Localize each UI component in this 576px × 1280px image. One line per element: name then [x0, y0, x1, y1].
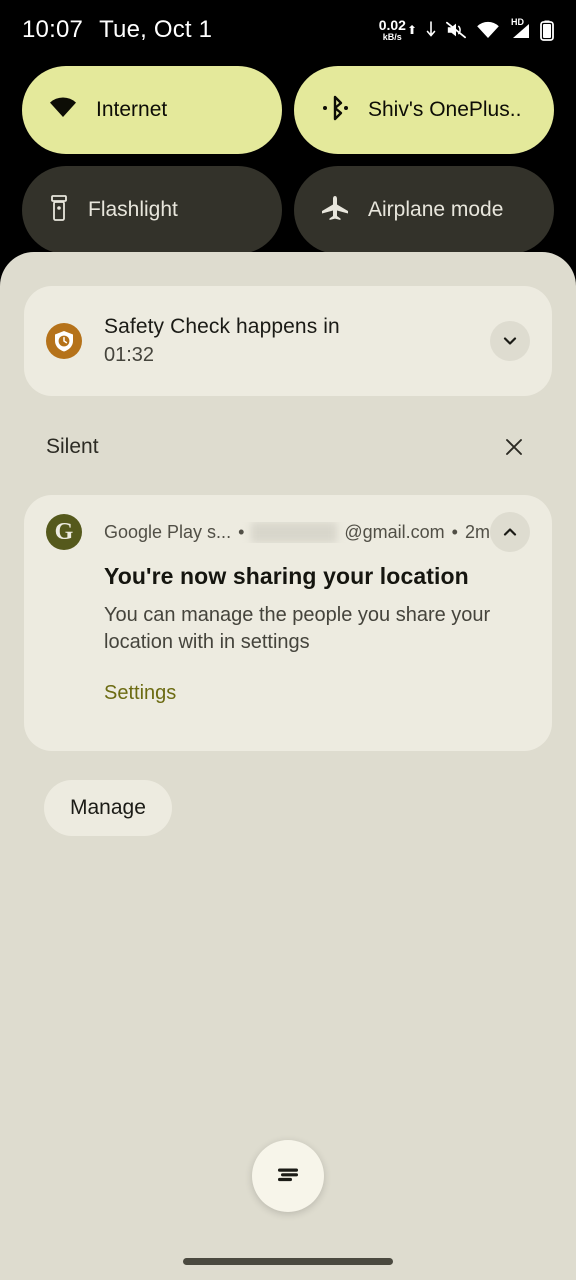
- safety-check-text-group: Safety Check happens in 01:32: [104, 315, 490, 367]
- home-gesture-bar[interactable]: [183, 1258, 393, 1265]
- status-bar-clock: 10:07: [22, 16, 84, 43]
- android-notification-shade: 10:07 Tue, Oct 1 0.02 kB/s ⬆ HD Internet…: [0, 0, 576, 1280]
- notification-app-name: Google Play s...: [104, 521, 232, 542]
- airplane-icon: [320, 194, 350, 227]
- bluetooth-icon: [320, 94, 350, 127]
- notification-meta: Google Play s... • @gmail.com • 2m: [104, 521, 490, 543]
- chevron-down-icon[interactable]: [490, 321, 530, 361]
- notification-title: You're now sharing your location: [104, 563, 469, 589]
- meta-separator-2: •: [451, 521, 458, 542]
- notification-body: You're now sharing your location You can…: [104, 563, 530, 705]
- clear-all-notifications-icon: [273, 1162, 303, 1191]
- network-speed-indicator: 0.02 kB/s ⬆: [379, 18, 417, 42]
- qs-tile-airplane-mode-label: Airplane mode: [368, 198, 504, 221]
- redacted-account-name: [251, 521, 338, 543]
- flashlight-icon: [48, 194, 70, 227]
- hd-signal-icon: HD: [509, 17, 531, 40]
- meta-separator-1: •: [238, 521, 245, 542]
- qs-tile-flashlight-label: Flashlight: [88, 198, 178, 221]
- wifi-icon: [48, 96, 78, 125]
- network-speed-value-group: 0.02 kB/s: [379, 18, 406, 42]
- wifi-icon: [476, 21, 500, 40]
- qs-tile-bluetooth-label: Shiv's OnePlus..: [368, 98, 522, 121]
- qs-tile-internet[interactable]: Internet: [22, 66, 282, 154]
- clear-all-notifications-button[interactable]: [252, 1140, 324, 1212]
- close-icon[interactable]: [498, 431, 530, 463]
- notification-timestamp: 2m: [464, 521, 490, 542]
- status-bar: 10:07 Tue, Oct 1 0.02 kB/s ⬆ HD: [0, 0, 576, 60]
- silent-section-label: Silent: [46, 435, 99, 458]
- status-bar-left: 10:07 Tue, Oct 1: [22, 16, 212, 44]
- notification-google-play-services[interactable]: G Google Play s... • @gmail.com • 2m You…: [24, 495, 552, 751]
- chevron-up-icon[interactable]: [490, 512, 530, 552]
- google-play-services-icon: G: [46, 514, 82, 550]
- hd-label: HD: [511, 16, 524, 27]
- qs-tile-internet-label: Internet: [96, 98, 168, 121]
- safety-check-title: Safety Check happens in: [104, 315, 340, 338]
- notification-shade-panel: Safety Check happens in 01:32 Silent G G…: [0, 252, 576, 1280]
- notification-text: You can manage the people you share your…: [104, 604, 491, 653]
- upload-arrow-icon: ⬆: [406, 22, 417, 37]
- safety-check-countdown: 01:32: [104, 344, 155, 366]
- qs-tile-airplane-mode[interactable]: Airplane mode: [294, 166, 554, 254]
- manage-button-label: Manage: [70, 796, 146, 819]
- quick-settings-grid: Internet Shiv's OnePlus.. Flashlight Air…: [22, 66, 554, 254]
- download-arrow-icon: [426, 21, 436, 39]
- silent-section-header: Silent: [24, 427, 552, 467]
- network-speed-arrows: ⬆: [406, 22, 417, 37]
- qs-tile-bluetooth[interactable]: Shiv's OnePlus..: [294, 66, 554, 154]
- notification-safety-check[interactable]: Safety Check happens in 01:32: [24, 286, 552, 396]
- notification-action-settings[interactable]: Settings: [104, 682, 176, 705]
- battery-icon: [540, 20, 554, 41]
- status-bar-right: 0.02 kB/s ⬆ HD: [379, 17, 554, 42]
- safety-shield-clock-icon: [46, 323, 82, 359]
- qs-tile-flashlight[interactable]: Flashlight: [22, 166, 282, 254]
- status-bar-date: Tue, Oct 1: [99, 16, 213, 43]
- network-speed-unit: kB/s: [382, 32, 402, 42]
- notification-header-row: G Google Play s... • @gmail.com • 2m: [46, 512, 530, 552]
- manage-notifications-button[interactable]: Manage: [44, 780, 172, 836]
- volume-mute-icon: [445, 20, 467, 40]
- notification-account-domain: @gmail.com: [344, 521, 445, 542]
- network-speed-value: 0.02: [378, 17, 406, 33]
